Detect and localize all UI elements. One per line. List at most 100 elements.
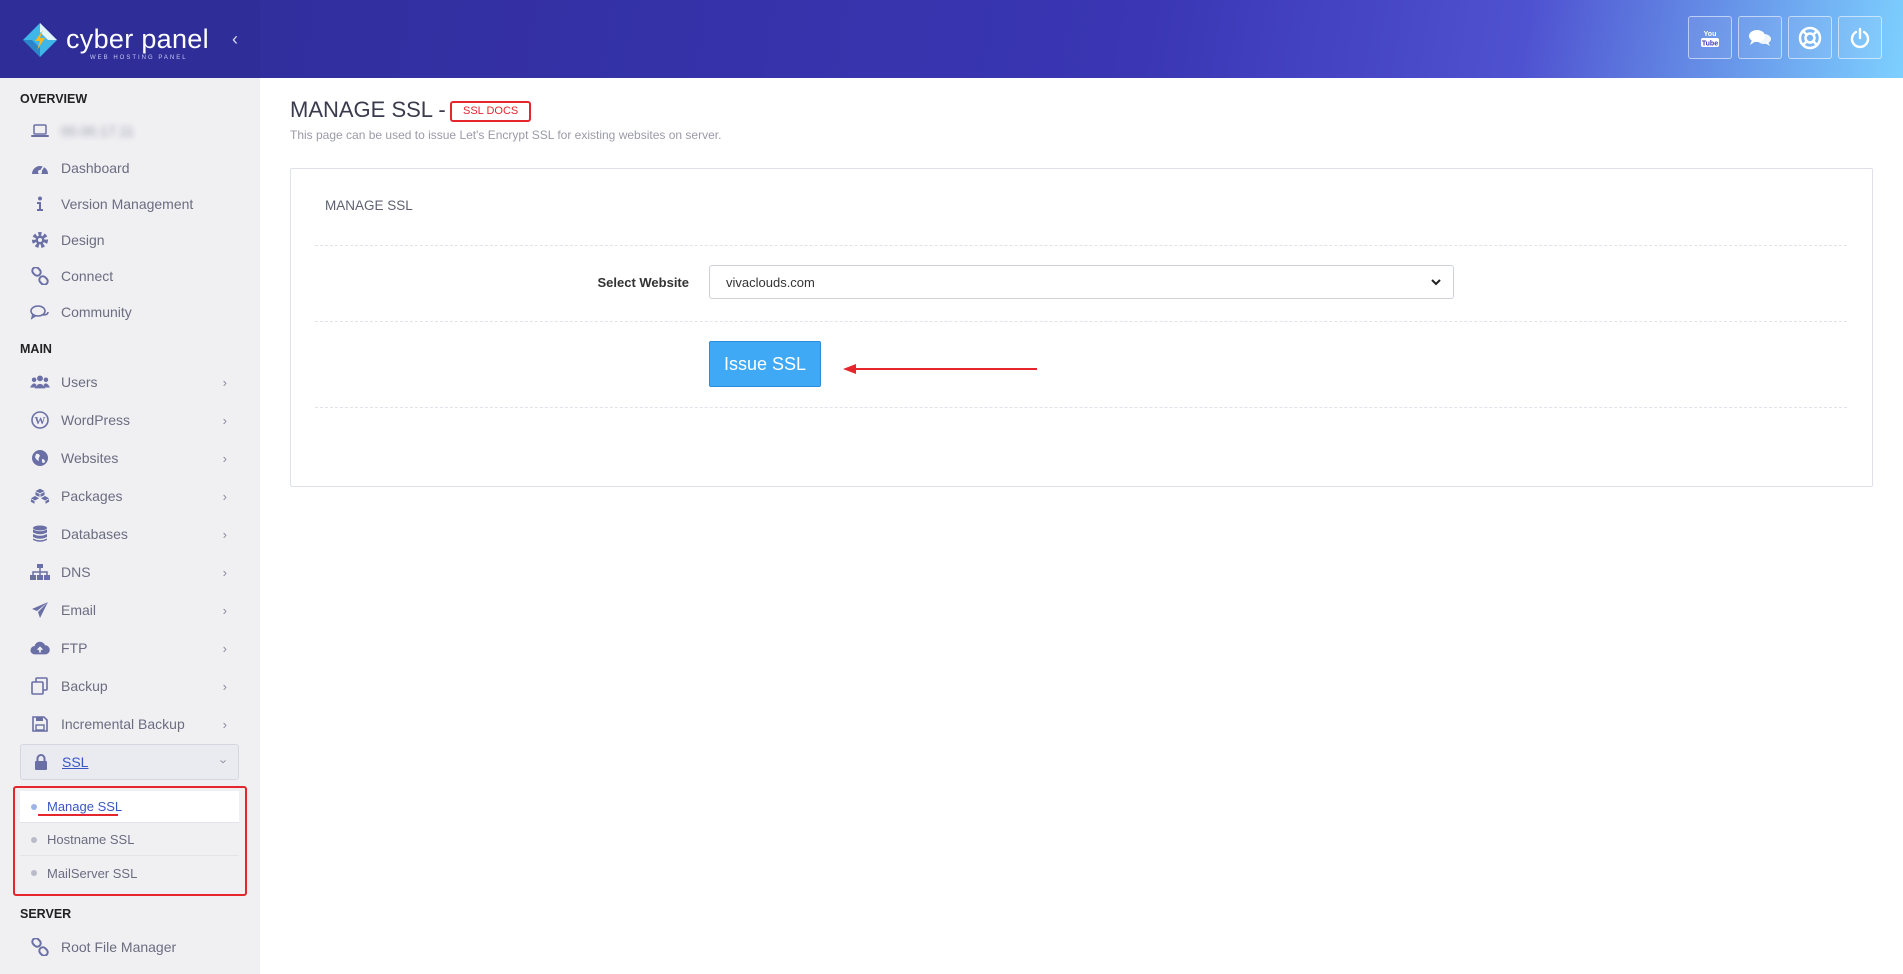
sidebar-item-version-management[interactable]: Version Management [20, 186, 239, 222]
chevron-down-icon: › [216, 759, 232, 764]
annotation-underline [38, 814, 118, 816]
sitemap-icon [30, 562, 50, 582]
database-icon [30, 524, 50, 544]
svg-text:W: W [35, 415, 46, 427]
chevron-right-icon: › [222, 375, 227, 390]
sidebar-item-incremental-backup[interactable]: Incremental Backup › [20, 706, 239, 742]
lock-icon [31, 752, 51, 772]
sidebar-item-label: Community [61, 304, 132, 320]
sidebar-section-overview: OVERVIEW [20, 92, 88, 106]
sidebar-item-connect[interactable]: Connect [20, 258, 239, 294]
sidebar-item-design[interactable]: Design [20, 222, 239, 258]
sidebar-item-label: Design [61, 232, 105, 248]
select-website-label: Select Website [597, 275, 689, 290]
ssl-docs-link[interactable]: SSL DOCS [450, 101, 532, 122]
power-icon [1850, 27, 1870, 48]
svg-text:Tube: Tube [1702, 40, 1718, 47]
chevron-right-icon: › [222, 717, 227, 732]
sidebar-item-packages[interactable]: Packages › [20, 478, 239, 514]
chevron-right-icon: › [222, 565, 227, 580]
sidebar-collapse-button[interactable]: ‹ [232, 29, 238, 50]
sidebar-item-label: Packages [61, 488, 123, 504]
sidebar-section-server: SERVER [20, 907, 72, 921]
sidebar-item-backup[interactable]: Backup › [20, 668, 239, 704]
chevron-right-icon: › [222, 527, 227, 542]
sidebar-item-label: 00.00.17.11 [61, 123, 134, 139]
chevron-right-icon: › [222, 679, 227, 694]
copy-icon [30, 676, 50, 696]
svg-text:You: You [1704, 31, 1717, 38]
wordpress-icon: W [30, 410, 50, 430]
top-header: cyber panel WEB HOSTING PANEL ‹ You Tube [0, 0, 1903, 78]
sidebar-item-label: SSL [62, 754, 89, 770]
chevron-right-icon: › [222, 603, 227, 618]
sidebar-item-websites[interactable]: Websites › [20, 440, 239, 476]
sidebar-item-dns[interactable]: DNS › [20, 554, 239, 590]
sidebar-item-label: DNS [61, 564, 91, 580]
sidebar-item-label: Incremental Backup [61, 716, 185, 732]
sidebar-item-email[interactable]: Email › [20, 592, 239, 628]
gear-icon [30, 230, 50, 250]
issue-ssl-button[interactable]: Issue SSL [709, 341, 821, 387]
divider [315, 407, 1847, 408]
laptop-icon [30, 121, 50, 141]
website-select-value: vivaclouds.com [726, 274, 815, 290]
sidebar-item-label: WordPress [61, 412, 130, 428]
cloud-upload-icon [30, 638, 50, 658]
page-description: This page can be used to issue Let's Enc… [290, 128, 722, 142]
support-button[interactable] [1788, 16, 1832, 59]
annotation-highlight-box [13, 786, 247, 896]
sidebar-item-ftp[interactable]: FTP › [20, 630, 239, 666]
brand-tagline: WEB HOSTING PANEL [90, 55, 188, 61]
manage-ssl-panel [290, 168, 1873, 487]
sidebar-item-databases[interactable]: Databases › [20, 516, 239, 552]
youtube-icon: You Tube [1701, 31, 1719, 47]
globe-icon [30, 448, 50, 468]
logout-button[interactable] [1838, 16, 1882, 59]
sidebar-item-label: Websites [61, 450, 119, 466]
cubes-icon [30, 486, 50, 506]
sidebar-item-ssl[interactable]: SSL › [20, 744, 239, 780]
support-icon [1798, 26, 1822, 49]
chevron-down-icon [1431, 279, 1441, 286]
link-icon [30, 266, 50, 286]
sidebar-item-label: Email [61, 602, 97, 618]
sidebar-item-label: Connect [61, 268, 114, 284]
brand: cyber panel WEB HOSTING PANEL ‹ [0, 0, 260, 78]
sidebar-item-dashboard[interactable]: Dashboard [20, 150, 239, 186]
sidebar-item-server-ip[interactable]: 00.00.17.11 [20, 113, 239, 149]
users-icon [30, 372, 50, 392]
panel-title: MANAGE SSL [325, 198, 413, 213]
cyberpanel-logo-icon [23, 23, 57, 57]
sidebar-item-label: Users [61, 374, 98, 390]
paper-plane-icon [30, 600, 50, 620]
website-select[interactable]: vivaclouds.com [709, 265, 1454, 299]
sidebar-item-community[interactable]: Community [20, 294, 239, 330]
page-title: MANAGE SSL - [290, 97, 446, 122]
save-icon [30, 714, 50, 734]
sidebar-item-label: Version Management [61, 196, 194, 212]
youtube-button[interactable]: You Tube [1688, 16, 1732, 59]
sidebar-item-root-file-manager[interactable]: Root File Manager [20, 929, 239, 965]
chevron-right-icon: › [222, 451, 227, 466]
brand-name: cyber panel [66, 24, 209, 54]
sidebar-item-users[interactable]: Users › [20, 364, 239, 400]
comments-icon [30, 302, 50, 322]
sidebar-item-label: Backup [61, 678, 108, 694]
sidebar-item-label: Dashboard [61, 160, 130, 176]
link-icon [30, 937, 50, 957]
sidebar-item-wordpress[interactable]: W WordPress › [20, 402, 239, 438]
chevron-right-icon: › [222, 641, 227, 656]
divider [315, 245, 1847, 246]
chevron-right-icon: › [222, 413, 227, 428]
sidebar-item-label: Databases [61, 526, 128, 542]
chevron-right-icon: › [222, 489, 227, 504]
info-icon [30, 194, 50, 214]
sidebar-item-label: FTP [61, 640, 88, 656]
sidebar-section-main: MAIN [20, 342, 52, 356]
chat-button[interactable] [1738, 16, 1782, 59]
chat-icon [1749, 29, 1771, 46]
dashboard-icon [30, 158, 50, 178]
sidebar-item-label: Root File Manager [61, 939, 177, 955]
divider [315, 321, 1847, 322]
